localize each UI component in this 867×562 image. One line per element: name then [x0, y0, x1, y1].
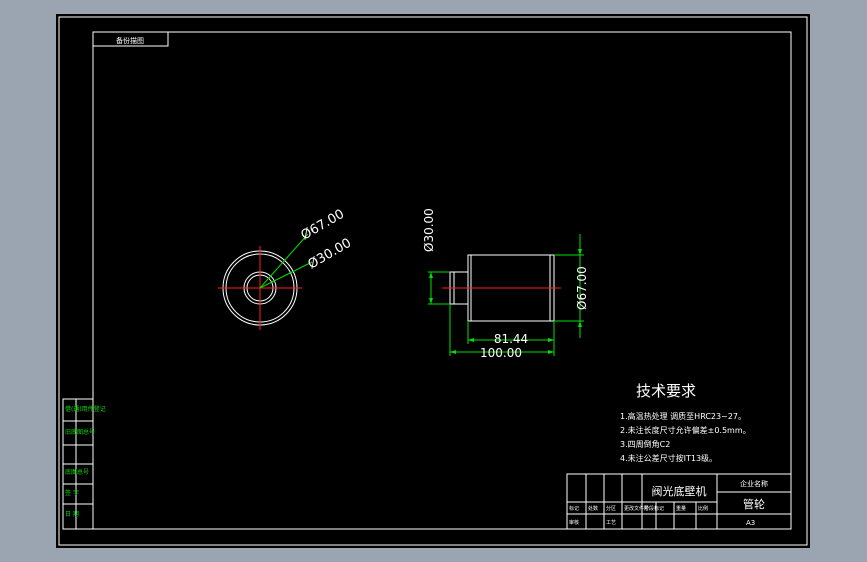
tb-row3-label-1: 工艺: [606, 520, 616, 526]
tb-row-label-1: 处数: [588, 505, 598, 512]
tb-row3-label-0: 审核: [569, 519, 579, 526]
strip-label-1: 旧底图总号: [65, 428, 95, 436]
tech-item-2: 2.未注长度尺寸允许偏差±0.5mm。: [620, 425, 751, 435]
tech-item-4: 4.未注公差尺寸按IT13级。: [620, 453, 717, 463]
left-strip: 借(通)用件登记 旧底图总号 底图总号 签 字 日 期: [62, 398, 106, 530]
tech-title: 技术要求: [636, 382, 696, 400]
outer-frame: [58, 16, 808, 546]
tb-row-label-0: 标记: [569, 505, 579, 512]
dim-large-dia: Ø67.00: [575, 266, 589, 310]
cad-drawing: 备份描图 借(通)用件登记 旧底图总号 底图总号 签 字 日 期 Ø67.00 …: [58, 16, 808, 546]
leader-outer: [259, 233, 309, 289]
drawing-sheet: 备份描图 借(通)用件登记 旧底图总号 底图总号 签 字 日 期 Ø67.00 …: [56, 14, 810, 548]
sheet-size: A3: [746, 519, 755, 527]
dim-length-total: 100.00: [480, 346, 522, 360]
material-name: 管轮: [743, 497, 765, 511]
dim-length-short: 81.44: [494, 332, 528, 346]
strip-label-0: 借(通)用件登记: [65, 405, 106, 413]
dim-small-dia: Ø30.00: [422, 208, 436, 252]
strip-label-3: 签 字: [65, 489, 79, 497]
tech-item-1: 1.高温热处理 调质至HRC23~27。: [620, 411, 746, 421]
part-name: 阀光底壁机: [652, 484, 707, 498]
dim-inner-dia: Ø30.00: [306, 236, 355, 273]
top-label: 备份描图: [116, 36, 144, 45]
dim-outer-dia: Ø67.00: [299, 207, 348, 244]
side-view: Ø30.00 Ø67.00 81.44 100.00: [422, 208, 589, 360]
tech-item-3: 3.四周倒角C2: [620, 439, 670, 449]
tb-row2-label-0: 阶段标记: [644, 505, 664, 512]
title-block: 阀光底壁机 企业名称 管轮 A3 标记 处数 分区 更改文件号 审核 工艺 阶段…: [566, 473, 792, 530]
tb-row2-label-1: 重量: [676, 505, 686, 512]
front-view: Ø67.00 Ø30.00: [218, 207, 354, 330]
tb-row2-label-2: 比例: [698, 505, 708, 512]
company-name: 企业名称: [740, 479, 768, 488]
strip-label-2: 底图总号: [65, 468, 89, 476]
strip-label-4: 日 期: [65, 510, 79, 518]
tech-requirements: 技术要求 1.高温热处理 调质至HRC23~27。 2.未注长度尺寸允许偏差±0…: [620, 382, 751, 463]
tb-row-label-2: 分区: [606, 505, 616, 512]
